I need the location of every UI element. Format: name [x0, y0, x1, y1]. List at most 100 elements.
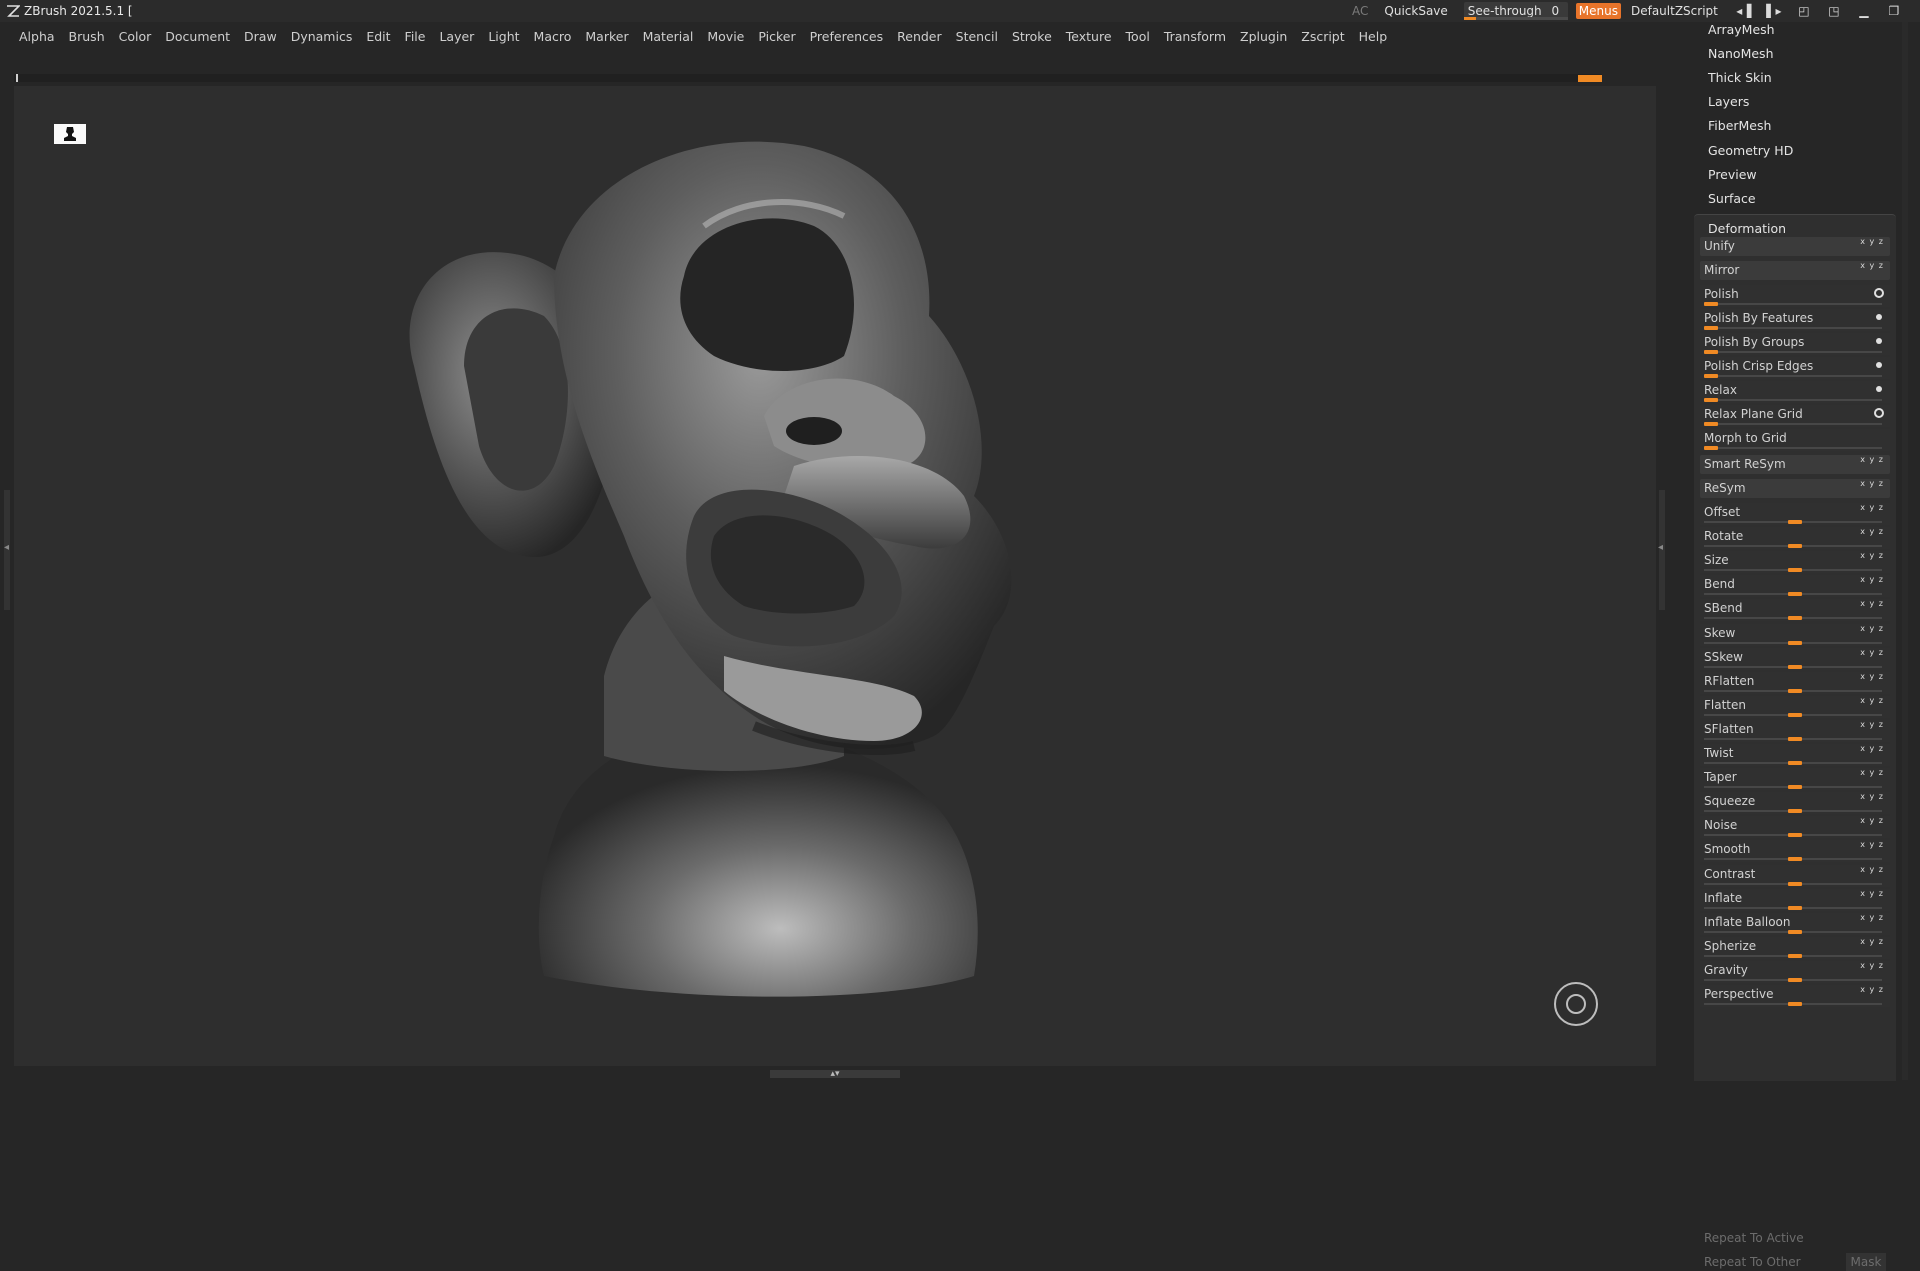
slider-knob[interactable]	[1788, 785, 1802, 790]
sskew-slider[interactable]: SSkew x y z	[1700, 647, 1890, 670]
slider-knob[interactable]	[1788, 592, 1802, 597]
axis-toggle-xyz[interactable]: x y z	[1860, 840, 1884, 849]
slider-knob[interactable]	[1788, 736, 1802, 741]
slider-knob[interactable]	[1788, 664, 1802, 669]
axis-toggle-xyz[interactable]: x y z	[1860, 503, 1884, 512]
subpalette-preview[interactable]: Preview	[1708, 167, 1757, 182]
restore-icon[interactable]: ❐	[1884, 2, 1904, 20]
skew-slider[interactable]: Skew x y z	[1700, 623, 1890, 646]
perspective-bust-icon[interactable]	[54, 124, 86, 144]
tray-toggle-icon[interactable]: ◂▐	[1734, 2, 1754, 20]
slider-knob[interactable]	[1788, 833, 1802, 838]
axis-toggle-xyz[interactable]: x y z	[1860, 865, 1884, 874]
inflate-balloon-slider[interactable]: Inflate Balloon x y z	[1700, 912, 1890, 935]
slider-knob[interactable]	[1788, 761, 1802, 765]
constant-ring-icon[interactable]	[1874, 288, 1884, 298]
menu-zscript[interactable]: Zscript	[1294, 29, 1351, 44]
menu-macro[interactable]: Macro	[527, 29, 579, 44]
menu-material[interactable]: Material	[636, 29, 701, 44]
minimize-icon[interactable]: ▁	[1854, 2, 1874, 20]
slider-knob[interactable]	[1788, 616, 1802, 621]
menu-color[interactable]: Color	[112, 29, 159, 44]
axis-toggle-xyz[interactable]: x y z	[1860, 575, 1884, 584]
slider-knob[interactable]	[1788, 640, 1802, 645]
slider-knob[interactable]	[1788, 712, 1802, 717]
axis-toggle-xyz[interactable]: x y z	[1860, 744, 1884, 753]
repeat-to-active-button[interactable]: Repeat To Active	[1704, 1231, 1804, 1245]
slider-knob[interactable]	[1788, 977, 1802, 982]
left-tray-arrow-icon[interactable]: ◂	[4, 542, 9, 553]
axis-toggle-xyz[interactable]: x y z	[1860, 527, 1884, 536]
subpalette-surface[interactable]: Surface	[1708, 191, 1756, 206]
sflatten-slider[interactable]: SFlatten x y z	[1700, 719, 1890, 742]
timeline-track[interactable]	[14, 74, 1602, 82]
menu-layer[interactable]: Layer	[432, 29, 481, 44]
spherize-slider[interactable]: Spherize x y z	[1700, 936, 1890, 959]
constant-dot-icon[interactable]	[1876, 314, 1882, 320]
axis-toggle-xyz[interactable]: x y z	[1860, 479, 1884, 488]
timeline-marker[interactable]	[1578, 75, 1602, 82]
resym-button[interactable]: ReSym x y z	[1700, 479, 1890, 498]
morph-to-grid-slider[interactable]: Morph to Grid	[1700, 429, 1890, 451]
axis-toggle-xyz[interactable]: x y z	[1860, 672, 1884, 681]
mirror-button[interactable]: Mirror x y z	[1700, 261, 1890, 280]
menu-file[interactable]: File	[398, 29, 433, 44]
axis-toggle-xyz[interactable]: x y z	[1860, 913, 1884, 922]
menu-marker[interactable]: Marker	[578, 29, 635, 44]
deformation-title[interactable]: Deformation	[1708, 221, 1786, 236]
layout-prev-icon[interactable]: ◰	[1794, 2, 1814, 20]
subpalette-thick-skin[interactable]: Thick Skin	[1708, 70, 1772, 85]
smooth-slider[interactable]: Smooth x y z	[1700, 840, 1890, 863]
gravity-slider[interactable]: Gravity x y z	[1700, 960, 1890, 983]
tray-toggle-right-icon[interactable]: ▌▸	[1764, 2, 1784, 20]
axis-toggle-xyz[interactable]: x y z	[1860, 624, 1884, 633]
right-tray-arrow-icon[interactable]: ◂	[1658, 542, 1663, 553]
menu-movie[interactable]: Movie	[700, 29, 751, 44]
flatten-slider[interactable]: Flatten x y z	[1700, 695, 1890, 718]
menu-texture[interactable]: Texture	[1059, 29, 1119, 44]
menu-alpha[interactable]: Alpha	[12, 29, 62, 44]
perspective-slider[interactable]: Perspective x y z	[1700, 985, 1890, 1007]
slider-knob[interactable]	[1704, 374, 1718, 378]
slider-knob[interactable]	[1788, 857, 1802, 862]
smart-resym-button[interactable]: Smart ReSym x y z	[1700, 455, 1890, 474]
bend-slider[interactable]: Bend x y z	[1700, 575, 1890, 598]
palette-scrollbar[interactable]	[1902, 22, 1908, 1080]
twist-slider[interactable]: Twist x y z	[1700, 744, 1890, 766]
axis-toggle-xyz[interactable]: x y z	[1860, 937, 1884, 946]
axis-toggle-xyz[interactable]: x y z	[1860, 816, 1884, 825]
slider-knob[interactable]	[1704, 422, 1718, 426]
polish-crisp-edges-slider[interactable]: Polish Crisp Edges	[1700, 357, 1890, 379]
slider-knob[interactable]	[1788, 881, 1802, 886]
slider-knob[interactable]	[1704, 398, 1718, 402]
sculpt-model[interactable]	[374, 116, 1174, 1036]
menu-light[interactable]: Light	[481, 29, 526, 44]
constant-dot-icon[interactable]	[1876, 362, 1882, 368]
menu-dynamics[interactable]: Dynamics	[284, 29, 360, 44]
slider-knob[interactable]	[1788, 1002, 1802, 1006]
size-slider[interactable]: Size x y z	[1700, 551, 1890, 574]
layout-next-icon[interactable]: ◳	[1824, 2, 1844, 20]
slider-knob[interactable]	[1788, 929, 1802, 934]
axis-toggle-xyz[interactable]: x y z	[1860, 768, 1884, 777]
slider-knob[interactable]	[1788, 544, 1802, 549]
axis-toggle-xyz[interactable]: x y z	[1860, 985, 1884, 994]
menu-stroke[interactable]: Stroke	[1005, 29, 1059, 44]
offset-slider[interactable]: Offset x y z	[1700, 503, 1890, 525]
axis-toggle-xyz[interactable]: x y z	[1860, 551, 1884, 560]
slider-knob[interactable]	[1788, 688, 1802, 693]
axis-toggle-xyz[interactable]: x y z	[1860, 455, 1884, 464]
noise-slider[interactable]: Noise x y z	[1700, 816, 1890, 839]
axis-toggle-xyz[interactable]: x y z	[1860, 648, 1884, 657]
menu-stencil[interactable]: Stencil	[949, 29, 1005, 44]
default-zscript-button[interactable]: DefaultZScript	[1627, 4, 1722, 18]
menu-edit[interactable]: Edit	[359, 29, 397, 44]
subpalette-geometry-hd[interactable]: Geometry HD	[1708, 143, 1793, 158]
canvas-viewport[interactable]	[14, 86, 1656, 1066]
axis-toggle-xyz[interactable]: x y z	[1860, 889, 1884, 898]
rotate-slider[interactable]: Rotate x y z	[1700, 527, 1890, 550]
slider-knob[interactable]	[1704, 350, 1718, 354]
menu-brush[interactable]: Brush	[62, 29, 112, 44]
contrast-slider[interactable]: Contrast x y z	[1700, 864, 1890, 887]
menu-zplugin[interactable]: Zplugin	[1233, 29, 1294, 44]
